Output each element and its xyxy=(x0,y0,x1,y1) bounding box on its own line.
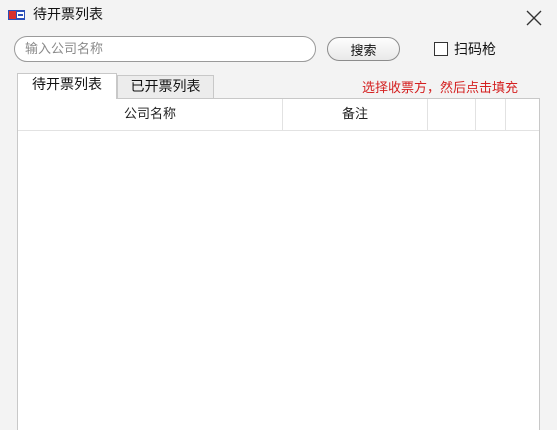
search-button[interactable]: 搜索 xyxy=(327,37,400,61)
title-bar: 待开票列表 xyxy=(0,0,557,32)
app-flag-icon xyxy=(8,10,25,20)
company-table: 公司名称 备注 xyxy=(17,98,540,430)
column-header-extra-2[interactable] xyxy=(476,99,506,130)
column-header-remark[interactable]: 备注 xyxy=(283,99,428,130)
scanner-option[interactable]: 扫码枪 xyxy=(434,39,496,59)
table-header: 公司名称 备注 xyxy=(18,99,539,131)
tab-pending-invoices[interactable]: 待开票列表 xyxy=(17,73,117,99)
scanner-checkbox[interactable] xyxy=(434,42,448,56)
scanner-label[interactable]: 扫码枪 xyxy=(454,39,496,59)
tab-issued-invoices[interactable]: 已开票列表 xyxy=(117,75,214,99)
window-title: 待开票列表 xyxy=(33,7,103,23)
invoice-list-window: 待开票列表 搜索 扫码枪 待开票列表 已开票列表 选择收票方，然后点击填充 公司… xyxy=(0,0,557,430)
column-header-extra-1[interactable] xyxy=(428,99,476,130)
close-icon[interactable] xyxy=(526,10,542,26)
company-search-input[interactable] xyxy=(14,36,316,62)
instruction-hint: 选择收票方，然后点击填充 xyxy=(362,81,519,96)
close-button[interactable] xyxy=(516,4,552,32)
column-header-company-name[interactable]: 公司名称 xyxy=(18,99,283,130)
